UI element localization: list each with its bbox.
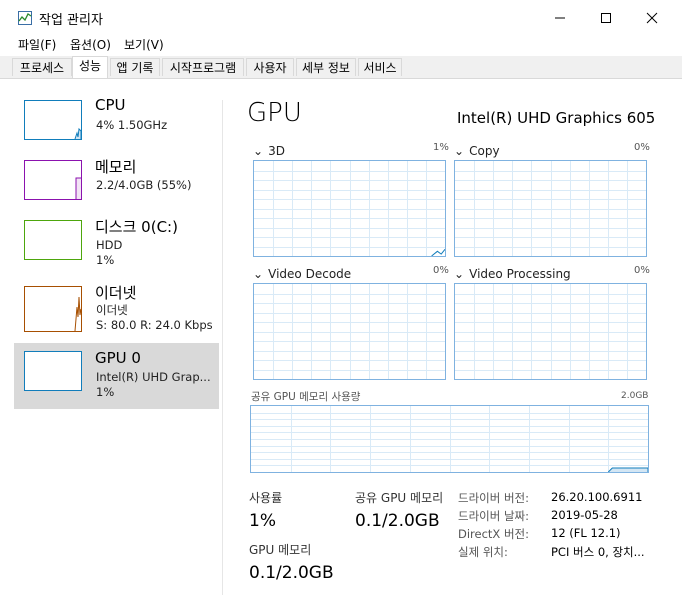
resource-name: 메모리 [95, 158, 137, 176]
shared-memory-stat-value: 0.1/2.0GB [355, 511, 440, 531]
resource-name: CPU [95, 96, 126, 114]
driver-version-label: 드라이버 버전: [458, 491, 530, 505]
resource-detail: 1% [96, 253, 115, 267]
resource-detail: HDD [96, 238, 123, 252]
engine-percent: 0% [634, 142, 650, 153]
maximize-button[interactable] [583, 0, 629, 36]
driver-date-value: 2019-05-28 [551, 508, 618, 522]
engine-label: Video Processing [469, 267, 571, 281]
tab-bar: 프로세스 성능 앱 기록 시작프로그램 사용자 세부 정보 서비스 [0, 56, 682, 79]
gpu-thumbnail [24, 351, 82, 391]
engine-label: Video Decode [268, 267, 352, 281]
engine-label: 3D [268, 144, 286, 158]
tab-details[interactable]: 세부 정보 [296, 58, 356, 76]
resource-name: 이더넷 [95, 284, 137, 302]
gpu-memory-label: GPU 메모리 [249, 543, 312, 557]
resource-item-memory[interactable]: 메모리 2.2/4.0GB (55%) [14, 154, 219, 218]
usage-label: 사용률 [249, 491, 283, 505]
resource-detail: S: 80.0 R: 24.0 Kbps [96, 318, 213, 332]
usage-value: 1% [249, 511, 276, 531]
tab-startup[interactable]: 시작프로그램 [162, 58, 244, 76]
engine-percent: 0% [433, 265, 449, 276]
engine-percent: 0% [634, 265, 650, 276]
memory-thumbnail [24, 160, 82, 200]
resource-item-ethernet[interactable]: 이더넷 이더넷 S: 80.0 R: 24.0 Kbps [14, 280, 219, 344]
engine-label: Copy [469, 144, 500, 158]
tab-performance[interactable]: 성능 [72, 56, 108, 78]
chevron-down-icon: ⌄ [454, 144, 465, 158]
activity-trace [607, 467, 648, 472]
page-title: GPU [247, 98, 302, 128]
resource-item-gpu[interactable]: GPU 0 Intel(R) UHD Grap... 1% [14, 343, 219, 409]
resource-list: CPU 4% 1.50GHz 메모리 2.2/4.0GB (55%) 디스크 0… [0, 79, 222, 595]
title-bar: 작업 관리자 [0, 0, 682, 36]
engine-selector-copy[interactable]: ⌄ Copy [454, 140, 500, 159]
chevron-down-icon: ⌄ [253, 267, 264, 281]
engine-graph-3d [253, 160, 446, 257]
driver-version-value: 26.20.100.6911 [551, 490, 643, 504]
resource-item-disk[interactable]: 디스크 0(C:) HDD 1% [14, 214, 219, 278]
cpu-thumbnail [24, 100, 82, 140]
tab-users[interactable]: 사용자 [246, 58, 294, 76]
menu-options[interactable]: 옵션(O) [70, 36, 111, 53]
window-title: 작업 관리자 [39, 13, 103, 28]
engine-selector-3d[interactable]: ⌄ 3D [253, 140, 285, 159]
maximize-icon [601, 13, 611, 23]
menu-bar: 파일(F) 옵션(O) 보기(V) [0, 34, 682, 54]
task-manager-icon [18, 10, 32, 25]
tab-processes[interactable]: 프로세스 [12, 58, 72, 76]
minimize-icon [555, 17, 565, 19]
minimize-button[interactable] [537, 0, 583, 36]
ethernet-thumbnail [24, 286, 82, 332]
menu-file[interactable]: 파일(F) [18, 36, 56, 53]
gpu-model: Intel(R) UHD Graphics 605 [457, 109, 656, 127]
engine-graph-video-decode [253, 283, 446, 380]
shared-memory-stat-label: 공유 GPU 메모리 [355, 491, 444, 505]
shared-memory-max: 2.0GB [621, 391, 649, 401]
chevron-down-icon: ⌄ [454, 267, 465, 281]
menu-view[interactable]: 보기(V) [124, 36, 164, 53]
gpu-memory-value: 0.1/2.0GB [249, 563, 334, 583]
driver-date-label: 드라이버 날짜: [458, 509, 530, 523]
directx-version-value: 12 (FL 12.1) [551, 526, 621, 540]
resource-detail: 1% [96, 385, 115, 399]
disk-thumbnail [24, 220, 82, 260]
resource-detail: 4% 1.50GHz [96, 118, 168, 132]
resource-detail: Intel(R) UHD Grap... [96, 370, 211, 384]
close-icon [646, 12, 658, 24]
panel-divider [222, 100, 223, 595]
engine-percent: 1% [433, 142, 449, 153]
directx-version-label: DirectX 버전: [458, 527, 530, 541]
resource-detail: 이더넷 [96, 303, 128, 317]
resource-name: GPU 0 [95, 349, 141, 367]
chevron-down-icon: ⌄ [253, 144, 264, 158]
shared-memory-graph [250, 405, 649, 473]
physical-location-label: 실제 위치: [458, 545, 508, 559]
resource-detail: 2.2/4.0GB (55%) [96, 178, 192, 192]
engine-selector-video-processing[interactable]: ⌄ Video Processing [454, 263, 571, 282]
resource-item-cpu[interactable]: CPU 4% 1.50GHz [14, 94, 219, 158]
resource-name: 디스크 0(C:) [95, 218, 178, 236]
tab-app-history[interactable]: 앱 기록 [110, 58, 160, 76]
engine-graph-video-processing [454, 283, 647, 380]
shared-memory-label: 공유 GPU 메모리 사용량 [251, 391, 361, 403]
engine-graph-copy [454, 160, 647, 257]
physical-location-value: PCI 버스 0, 장치... [551, 545, 645, 559]
activity-trace [431, 248, 445, 256]
close-button[interactable] [629, 0, 675, 36]
engine-selector-video-decode[interactable]: ⌄ Video Decode [253, 263, 351, 282]
tab-services[interactable]: 서비스 [358, 58, 402, 76]
